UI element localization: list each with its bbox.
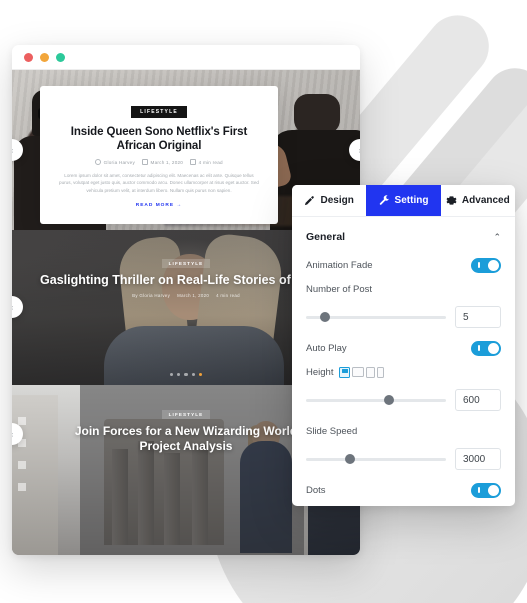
control-auto-play: Auto Play: [306, 338, 501, 358]
slide-2-date: March 1, 2020: [177, 293, 210, 298]
tab-design-label: Design: [320, 195, 354, 206]
slide-1-readtime: 4 min read: [198, 159, 223, 165]
slide-1-card: LIFESTYLE Inside Queen Sono Netflix's Fi…: [40, 86, 278, 225]
pagination-dot[interactable]: [191, 372, 195, 376]
read-more-label: READ MORE: [135, 203, 175, 209]
mobile-icon[interactable]: [377, 366, 385, 378]
chevron-up-icon[interactable]: ⌃: [493, 232, 501, 243]
panel-body: General ⌃ Animation Fade Number of Post …: [292, 217, 515, 506]
browser-titlebar: [12, 45, 360, 69]
auto-play-toggle[interactable]: [471, 340, 501, 356]
number-of-post-label: Number of Post: [306, 283, 372, 295]
tab-advanced[interactable]: Advanced: [441, 185, 515, 216]
slide-1-excerpt: Lorem ipsum dolor sit amet, consectetur …: [59, 173, 259, 193]
animation-fade-toggle[interactable]: [471, 257, 501, 273]
tab-setting-label: Setting: [394, 195, 429, 206]
section-general-header[interactable]: General ⌃: [306, 217, 501, 255]
slide-speed-slider[interactable]: [306, 454, 446, 464]
animation-fade-label: Animation Fade: [306, 259, 373, 271]
laptop-icon[interactable]: [352, 367, 365, 377]
control-height: Height 600: [306, 362, 501, 411]
tab-design[interactable]: Design: [292, 185, 366, 216]
window-maximize-dot[interactable]: [56, 52, 65, 62]
dots-label: Dots: [306, 484, 326, 496]
settings-panel: Design Setting Advanced General ⌃ Animat…: [292, 185, 515, 506]
height-label: Height: [306, 366, 334, 378]
number-of-post-input[interactable]: 5: [455, 306, 501, 328]
auto-play-label: Auto Play: [306, 342, 347, 354]
tab-setting[interactable]: Setting: [366, 185, 441, 216]
window-close-dot[interactable]: [24, 52, 33, 62]
clock-icon: [190, 159, 197, 165]
tab-advanced-label: Advanced: [461, 195, 510, 206]
window-minimize-dot[interactable]: [40, 52, 49, 62]
slide-speed-input[interactable]: 3000: [455, 448, 501, 470]
control-slide-speed: Slide Speed 3000: [306, 421, 501, 470]
dots-toggle[interactable]: [471, 482, 501, 498]
gear-icon: [446, 196, 457, 205]
slide-2-readtime: 4 min read: [216, 293, 240, 298]
tablet-icon[interactable]: [366, 366, 376, 378]
desktop-icon[interactable]: [339, 366, 351, 378]
slide-1-author: Gloria Harvey: [103, 159, 135, 165]
slide-1-title: Inside Queen Sono Netflix's First Africa…: [70, 126, 248, 152]
height-input[interactable]: 600: [455, 389, 501, 411]
number-of-post-slider[interactable]: [306, 312, 446, 322]
control-number-of-post: Number of Post 5: [306, 279, 501, 328]
slide-speed-label: Slide Speed: [306, 425, 358, 437]
height-device-switcher: [339, 366, 385, 378]
control-animation-fade: Animation Fade: [306, 255, 501, 275]
slide-2-category-badge[interactable]: LIFESTYLE: [161, 259, 211, 268]
slide-1-date: March 1, 2020: [150, 159, 184, 165]
pagination-dot[interactable]: [170, 372, 174, 376]
pagination-dot-active[interactable]: [198, 372, 202, 376]
pagination-dot[interactable]: [177, 372, 181, 376]
control-dots: Dots: [306, 480, 501, 500]
slide-2-author: By Gloria Harvey: [132, 293, 171, 298]
slide-1-category-badge[interactable]: LIFESTYLE: [131, 106, 187, 118]
calendar-icon: [142, 159, 148, 165]
author-icon: [95, 159, 102, 165]
slide-3-title: Join Forces for a New Wizarding World Pr…: [74, 424, 298, 453]
brush-icon: [305, 196, 315, 206]
panel-tabs: Design Setting Advanced: [292, 185, 515, 217]
pagination-dot[interactable]: [184, 372, 188, 376]
slide-1-read-more-link[interactable]: READ MORE →: [58, 203, 260, 208]
height-slider[interactable]: [306, 395, 446, 405]
slide-2-meta: By Gloria Harvey March 1, 2020 4 min rea…: [38, 293, 334, 298]
section-general-title: General: [306, 231, 346, 243]
wrench-icon: [379, 195, 389, 205]
slide-2-title: Gaslighting Thriller on Real-Life Storie…: [40, 273, 332, 287]
slide-3-category-badge[interactable]: LIFESTYLE: [161, 410, 211, 419]
slide-1-meta: Gloria Harvey March 1, 2020 4 min read: [58, 159, 260, 165]
